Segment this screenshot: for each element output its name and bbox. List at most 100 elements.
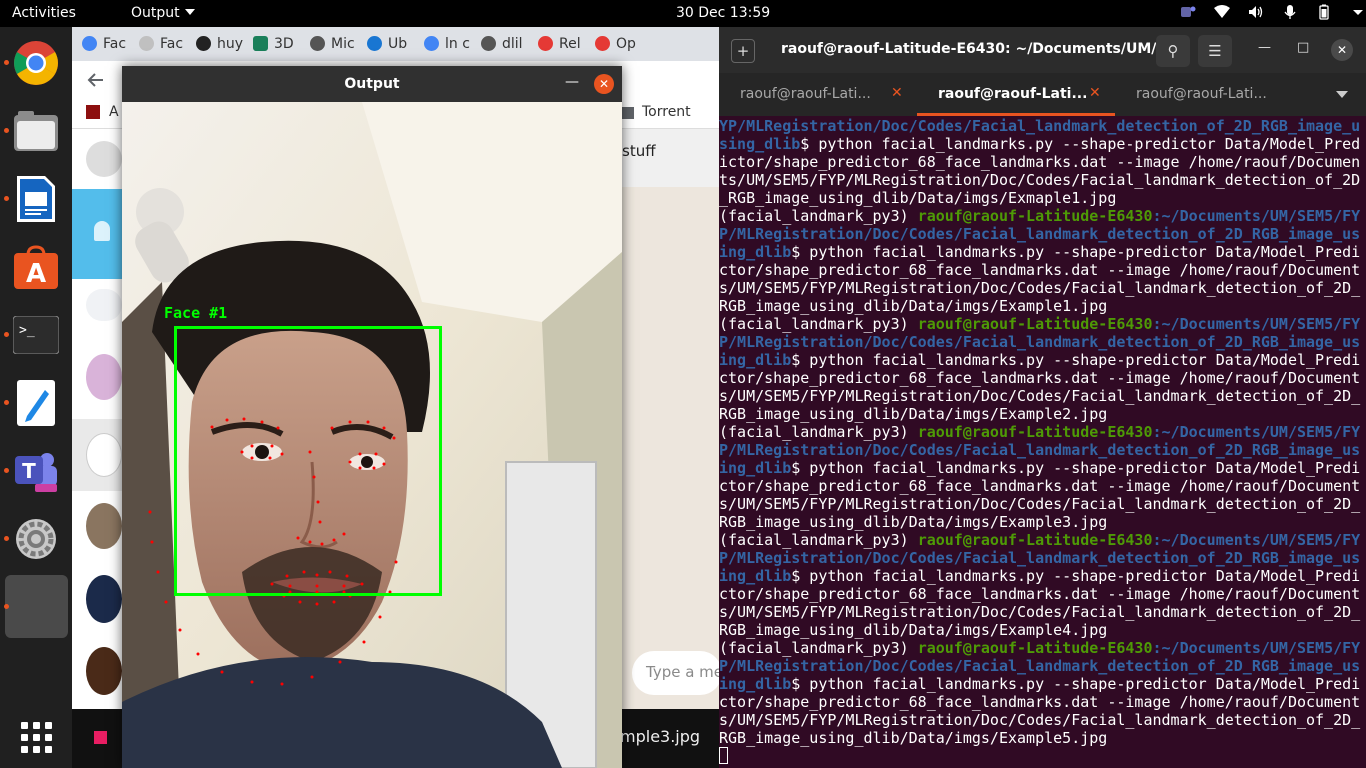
- google-icon: [82, 36, 97, 51]
- chevron-down-icon[interactable]: [1336, 91, 1348, 98]
- command-text: $ python facial_landmarks.py --shape-pre…: [719, 459, 1361, 531]
- volume-icon[interactable]: [1248, 4, 1264, 20]
- chevron-down-icon: [184, 9, 195, 15]
- image-file-icon: [94, 731, 107, 744]
- new-tab-button[interactable]: +: [731, 39, 755, 63]
- settings-icon[interactable]: [10, 513, 62, 565]
- software-icon[interactable]: A: [10, 241, 62, 293]
- running-indicator: [4, 400, 9, 405]
- browser-tab[interactable]: Op: [585, 27, 642, 61]
- browser-tab[interactable]: dlil: [471, 27, 528, 61]
- running-indicator: [4, 196, 9, 201]
- apps-icon[interactable]: [86, 105, 100, 119]
- bookmark-apps[interactable]: A: [109, 104, 119, 120]
- command-text: $ python facial_landmarks.py --shape-pre…: [719, 567, 1361, 639]
- running-indicator: [4, 604, 9, 609]
- minimize-button[interactable]: —: [565, 74, 579, 90]
- microphone-icon[interactable]: [1282, 4, 1298, 20]
- browser-tab[interactable]: 3D: [243, 27, 300, 61]
- terminal-headerbar[interactable]: + raouf@raouf-Latitude-E6430: ~/Document…: [719, 27, 1366, 73]
- browser-tab[interactable]: ln c: [414, 27, 471, 61]
- prompt-env: (facial_landmark_py3): [719, 207, 918, 225]
- battery-icon[interactable]: [1316, 4, 1332, 20]
- browser-tab[interactable]: Fac: [72, 27, 129, 61]
- bookmark-torrent[interactable]: Torrent: [620, 104, 691, 120]
- wifi-icon[interactable]: [1214, 4, 1230, 20]
- output-titlebar[interactable]: Output — ✕: [122, 66, 622, 102]
- chevron-down-icon[interactable]: [1350, 4, 1366, 20]
- browser-tab[interactable]: Fac: [129, 27, 186, 61]
- close-button[interactable]: ✕: [1331, 39, 1353, 61]
- prompt-user: raouf@raouf-Latitude-E6430: [917, 315, 1153, 333]
- avatar[interactable]: [86, 141, 122, 177]
- terminal-tab-strip: raouf@raouf-Lati... ✕ raouf@raouf-Lati...…: [719, 73, 1366, 116]
- svg-text:>_: >_: [19, 323, 35, 338]
- writer-icon[interactable]: [10, 173, 62, 225]
- prompt-env: (facial_landmark_py3): [719, 423, 918, 441]
- activities-button[interactable]: Activities: [12, 5, 76, 21]
- message-input[interactable]: Type a mes: [632, 651, 722, 695]
- search-button[interactable]: ⚲: [1156, 35, 1190, 67]
- files-icon[interactable]: [10, 105, 62, 157]
- close-tab-icon[interactable]: ✕: [891, 85, 903, 101]
- globe-icon: [481, 36, 496, 51]
- face-label: Face #1: [164, 304, 228, 322]
- command-text: $ python facial_landmarks.py --shape-pre…: [719, 135, 1361, 207]
- text-editor-icon[interactable]: [10, 377, 62, 429]
- terminal-icon[interactable]: >_: [10, 309, 62, 361]
- app-menu[interactable]: Output: [131, 5, 195, 21]
- maximize-button[interactable]: □: [1297, 40, 1309, 55]
- browser-tab[interactable]: Ub: [357, 27, 414, 61]
- terminal-window: + raouf@raouf-Latitude-E6430: ~/Document…: [719, 27, 1366, 768]
- back-arrow-icon[interactable]: [86, 71, 104, 89]
- avatar[interactable]: [86, 503, 122, 549]
- menu-button[interactable]: ☰: [1198, 35, 1232, 67]
- running-indicator: [4, 332, 9, 337]
- face-bounding-box: [174, 326, 442, 596]
- terminal-output[interactable]: YP/MLRegistration/Doc/Codes/Facial_landm…: [719, 117, 1366, 768]
- github-icon: [196, 36, 211, 51]
- svg-text:A: A: [26, 259, 46, 289]
- page-icon: [139, 36, 154, 51]
- avatar[interactable]: [86, 354, 122, 400]
- browser-tab[interactable]: huy: [186, 27, 243, 61]
- terminal-tab[interactable]: raouf@raouf-Lati...: [1115, 73, 1313, 116]
- running-indicator: [4, 60, 9, 65]
- apps-grid-icon[interactable]: [10, 711, 62, 763]
- colab-icon: [538, 36, 553, 51]
- terminal-tab[interactable]: raouf@raouf-Lati... ✕: [719, 73, 917, 116]
- running-indicator: [4, 128, 9, 133]
- chrome-icon[interactable]: [10, 37, 62, 89]
- clock[interactable]: 30 Dec 13:59: [676, 5, 770, 21]
- dock: A >_ T: [0, 27, 72, 768]
- chat-background: [622, 187, 719, 709]
- chat-title: stuff: [622, 142, 656, 160]
- close-tab-icon[interactable]: ✕: [1089, 85, 1101, 101]
- avatar: [86, 433, 122, 477]
- system-tray[interactable]: [1180, 4, 1366, 20]
- output-window: Output — ✕ Face #1: [122, 66, 622, 768]
- avatar[interactable]: [86, 575, 122, 623]
- browser-tab[interactable]: Mic: [300, 27, 357, 61]
- browser-tab[interactable]: Rel: [528, 27, 585, 61]
- prompt-user: raouf@raouf-Latitude-E6430: [917, 639, 1153, 657]
- teams-tray-icon[interactable]: [1180, 4, 1196, 20]
- avatar[interactable]: [86, 647, 122, 695]
- folder-icon: [620, 107, 634, 119]
- command-text: $ python facial_landmarks.py --shape-pre…: [719, 351, 1361, 423]
- teams-icon[interactable]: T: [10, 445, 62, 497]
- terminal-tab-active[interactable]: raouf@raouf-Lati... ✕: [917, 73, 1115, 116]
- download-item[interactable]: mple3.jpg: [620, 727, 700, 746]
- prompt-env: (facial_landmark_py3): [719, 531, 918, 549]
- minimize-button[interactable]: —: [1258, 40, 1271, 55]
- prompt-user: raouf@raouf-Latitude-E6430: [917, 531, 1153, 549]
- app-menu-label: Output: [131, 5, 180, 21]
- prompt-user: raouf@raouf-Latitude-E6430: [917, 207, 1153, 225]
- search-icon[interactable]: [86, 289, 122, 321]
- close-button[interactable]: ✕: [594, 74, 614, 94]
- running-indicator: [4, 468, 9, 473]
- colab-icon: [595, 36, 610, 51]
- command-text: $ python facial_landmarks.py --shape-pre…: [719, 675, 1361, 747]
- b-icon: [253, 36, 268, 51]
- top-bar: Activities Output 30 Dec 13:59: [0, 0, 1366, 27]
